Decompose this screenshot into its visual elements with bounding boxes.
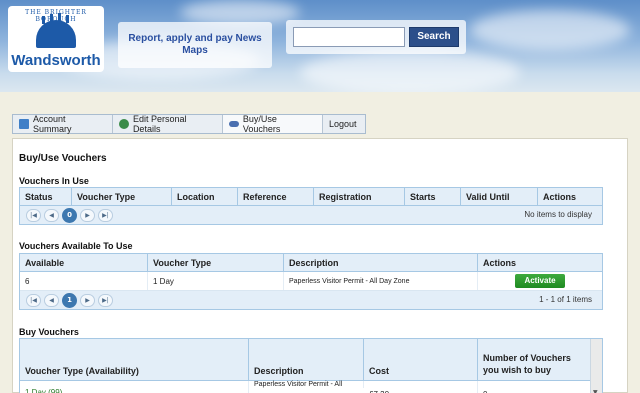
col-available[interactable]: Available	[20, 254, 148, 271]
car-icon	[229, 121, 239, 127]
cell-voucher-type[interactable]: 1 Day (99)	[20, 381, 249, 393]
next-page-icon[interactable]: ▶	[80, 293, 95, 307]
table-row: 1 Day (99) Paperless Visitor Permit - Al…	[20, 381, 590, 393]
pager-info: No items to display	[524, 210, 592, 219]
tab-account-summary[interactable]: Account Summary	[13, 114, 113, 134]
first-page-icon[interactable]: |◀	[26, 293, 41, 307]
account-tabs: Account Summary Edit Personal Details Bu…	[12, 114, 366, 134]
cell-qty[interactable]: 0	[478, 381, 590, 393]
available-grid: Available Voucher Type Description Actio…	[19, 253, 603, 310]
next-page-icon[interactable]: ▶	[80, 208, 95, 222]
tab-buy-use-vouchers[interactable]: Buy/Use Vouchers	[223, 114, 323, 134]
in-use-pager: |◀ ◀ 0 ▶ ▶| No items to display	[20, 206, 602, 224]
col-number-to-buy[interactable]: Number of Vouchers you wish to buy	[478, 339, 590, 380]
grid-header: Status Voucher Type Location Reference R…	[20, 188, 602, 206]
col-actions[interactable]: Actions	[538, 188, 602, 205]
activate-button[interactable]: Activate	[515, 274, 565, 288]
council-logo[interactable]: THE BRIGHTER BOROUGH Wandsworth	[8, 6, 104, 72]
main-content: Buy/Use Vouchers Vouchers In Use Status …	[12, 138, 628, 393]
pager-info: 1 - 1 of 1 items	[539, 295, 592, 304]
col-status[interactable]: Status	[20, 188, 72, 205]
col-reference[interactable]: Reference	[238, 188, 314, 205]
col-valid-until[interactable]: Valid Until	[461, 188, 538, 205]
col-registration[interactable]: Registration	[314, 188, 405, 205]
col-actions[interactable]: Actions	[478, 254, 602, 271]
cell-description: Paperless Visitor Permit - All	[249, 381, 364, 388]
prev-page-icon[interactable]: ◀	[44, 293, 59, 307]
col-location[interactable]: Location	[172, 188, 238, 205]
nav-links-line1[interactable]: Report, apply and pay News	[118, 33, 272, 45]
person-icon	[119, 119, 129, 129]
prev-page-icon[interactable]: ◀	[44, 208, 59, 222]
scroll-down-icon[interactable]: ▼	[593, 389, 598, 393]
buy-heading: Buy Vouchers	[19, 327, 79, 337]
nav-link-maps[interactable]: Maps	[118, 45, 272, 57]
cell-voucher-type: 1 Day	[148, 272, 284, 290]
tab-label: Edit Personal Details	[132, 114, 187, 134]
tab-edit-personal-details[interactable]: Edit Personal Details	[113, 114, 223, 134]
current-page[interactable]: 0	[62, 207, 77, 223]
tab-logout[interactable]: Logout	[323, 115, 365, 133]
tab-label: Buy/Use Vouchers	[242, 114, 281, 134]
buy-grid-scrollbar[interactable]: ▼	[590, 339, 602, 393]
first-page-icon[interactable]: |◀	[26, 208, 41, 222]
tab-label: Account Summary	[32, 114, 72, 134]
last-page-icon[interactable]: ▶|	[98, 208, 113, 222]
grid-header: Voucher Type (Availability) Description …	[20, 339, 590, 381]
tab-label: Logout	[329, 119, 357, 129]
col-voucher-type[interactable]: Voucher Type	[148, 254, 284, 271]
logo-name: Wandsworth	[11, 52, 101, 69]
cell-actions: Activate	[478, 272, 602, 290]
account-icon	[19, 119, 29, 129]
last-page-icon[interactable]: ▶|	[98, 293, 113, 307]
cell-available: 6	[20, 272, 148, 290]
current-page[interactable]: 1	[62, 292, 77, 308]
in-use-grid: Status Voucher Type Location Reference R…	[19, 187, 603, 225]
site-header: THE BRIGHTER BOROUGH Wandsworth Report, …	[0, 0, 640, 92]
col-description[interactable]: Description	[284, 254, 478, 271]
search-input[interactable]	[293, 27, 405, 47]
page-title: Buy/Use Vouchers	[19, 153, 107, 164]
header-nav: Report, apply and pay News Maps	[118, 22, 272, 68]
grid-header: Available Voucher Type Description Actio…	[20, 254, 602, 272]
cell-description: Paperless Visitor Permit - All Day Zone	[284, 272, 478, 290]
search-button[interactable]: Search	[409, 27, 459, 47]
available-heading: Vouchers Available To Use	[19, 241, 133, 251]
col-starts[interactable]: Starts	[405, 188, 461, 205]
col-cost[interactable]: Cost	[364, 339, 478, 380]
search-area: Search	[286, 20, 466, 54]
available-pager: |◀ ◀ 1 ▶ ▶| 1 - 1 of 1 items	[20, 291, 602, 309]
col-voucher-type[interactable]: Voucher Type	[72, 188, 172, 205]
table-row: 6 1 Day Paperless Visitor Permit - All D…	[20, 272, 602, 291]
cell-cost: £7.30	[364, 381, 478, 393]
in-use-heading: Vouchers In Use	[19, 176, 89, 186]
col-description[interactable]: Description	[249, 339, 364, 380]
col-voucher-type-availability[interactable]: Voucher Type (Availability)	[20, 339, 249, 380]
buy-grid: Voucher Type (Availability) Description …	[19, 338, 603, 393]
